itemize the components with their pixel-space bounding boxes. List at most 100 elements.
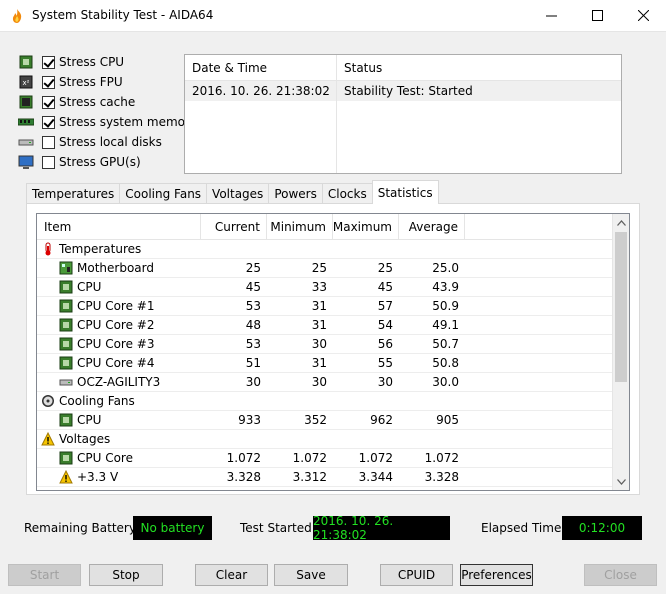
stress-gpu-checkbox[interactable] [42,155,55,169]
stress-disks-option[interactable]: Stress local disks [18,132,197,152]
stress-cache-label: Stress cache [59,95,136,109]
row-item-label: CPU Core #1 [77,299,155,313]
stop-button[interactable]: Stop [89,564,163,586]
aida64-flame-icon [12,9,22,23]
row-item: CPU [37,411,201,429]
warning-icon [41,432,55,446]
warning-icon [59,470,73,484]
stress-fpu-checkbox[interactable] [42,75,55,89]
row-maximum: 1.072 [358,451,393,465]
statistics-table[interactable]: Item Current Minimum Maximum Average Tem… [36,213,630,491]
row-average: 3.328 [424,470,459,484]
save-button[interactable]: Save [274,564,348,586]
log-col-datetime[interactable]: Date & Time [185,55,337,80]
row-item-label: CPU Core #3 [77,337,155,351]
stress-fpu-option[interactable]: x² Stress FPU [18,72,197,92]
stress-cache-checkbox[interactable] [42,95,55,109]
scroll-thumb[interactable] [615,232,627,382]
row-item-label: CPU Core [77,451,133,465]
stress-cpu-option[interactable]: Stress CPU [18,52,197,72]
table-row[interactable]: CPU 45 33 45 43.9 [37,278,629,297]
clear-button[interactable]: Clear [195,564,268,586]
cpu-chip-icon [59,280,73,294]
table-row[interactable]: CPU Core #4 51 31 55 50.8 [37,354,629,373]
row-item: CPU Core #4 [37,354,201,372]
close-icon [637,10,649,21]
row-item: Voltages [37,430,201,448]
col-average[interactable]: Average [399,214,465,239]
col-current[interactable]: Current [201,214,267,239]
table-group-row[interactable]: Cooling Fans [37,392,629,411]
thermometer-icon [45,242,51,256]
table-row[interactable]: CPU Core 1.072 1.072 1.072 1.072 [37,449,629,468]
row-average: 50.9 [432,299,459,313]
close-window-button[interactable] [620,0,666,31]
row-item-label: Cooling Fans [59,394,135,408]
row-current: 53 [245,299,261,313]
table-row[interactable]: CPU Core #3 53 30 56 50.7 [37,335,629,354]
row-minimum: 31 [311,356,327,370]
row-maximum: 57 [377,299,393,313]
battery-label: Remaining Battery: [24,521,140,535]
row-maximum: 30 [377,375,393,389]
row-current: 48 [245,318,261,332]
tab-temperatures[interactable]: Temperatures [26,183,121,204]
row-current: 45 [245,280,261,294]
elapsed-value: 0:12:00 [562,516,642,540]
col-item[interactable]: Item [37,214,201,239]
start-button[interactable]: Start [8,564,81,586]
row-item-label: CPU Core #4 [77,356,155,370]
preferences-button[interactable]: Preferences [460,564,533,586]
tab-powers[interactable]: Powers [268,183,323,204]
stress-memory-option[interactable]: Stress system memory [18,112,197,132]
row-item-label: CPU [77,280,102,294]
test-started-label: Test Started: [240,521,316,535]
cpuid-button[interactable]: CPUID [380,564,453,586]
log-col-status[interactable]: Status [337,55,621,80]
tab-cooling-fans[interactable]: Cooling Fans [119,183,208,204]
stress-memory-checkbox[interactable] [42,115,55,129]
cpu-chip-icon [19,55,33,69]
row-average: 25.0 [432,261,459,275]
table-group-row[interactable]: Voltages [37,430,629,449]
statistics-rows: Temperatures Motherboard 25 25 25 25.0 CPU 45 33… [37,240,629,487]
table-row[interactable]: CPU Core #2 48 31 54 49.1 [37,316,629,335]
stress-gpu-option[interactable]: Stress GPU(s) [18,152,197,172]
row-minimum: 33 [311,280,327,294]
scroll-up-button[interactable] [613,214,629,231]
row-minimum: 31 [311,299,327,313]
row-minimum: 352 [304,413,327,427]
scroll-down-button[interactable] [613,473,629,490]
table-row[interactable]: Motherboard 25 25 25 25.0 [37,259,629,278]
battery-value: No battery [133,516,212,540]
cpu-chip-icon [59,413,73,427]
table-row[interactable]: CPU 933 352 962 905 [37,411,629,430]
tab-voltages[interactable]: Voltages [206,183,270,204]
table-group-row[interactable]: Temperatures [37,240,629,259]
row-maximum: 25 [377,261,393,275]
stress-memory-label: Stress system memory [59,115,198,129]
close-button[interactable]: Close [584,564,657,586]
col-minimum[interactable]: Minimum [267,214,333,239]
stress-disks-checkbox[interactable] [42,135,55,149]
table-row[interactable]: OCZ-AGILITY3 30 30 30 30.0 [37,373,629,392]
minimize-button[interactable] [528,0,574,31]
event-log-table[interactable]: Date & Time Status 2016. 10. 26. 21:38:0… [184,54,622,174]
tab-clocks[interactable]: Clocks [321,183,373,204]
row-current: 933 [238,413,261,427]
row-item-label: Motherboard [77,261,154,275]
log-empty-col [185,101,337,173]
tab-statistics[interactable]: Statistics [371,180,439,204]
maximize-button[interactable] [574,0,620,31]
vertical-scrollbar[interactable] [612,214,629,490]
stress-cpu-checkbox[interactable] [42,55,55,69]
table-row[interactable]: +3.3 V 3.328 3.312 3.344 3.328 [37,468,629,487]
stress-cache-option[interactable]: Stress cache [18,92,197,112]
cpu-chip-icon [59,337,73,351]
row-current: 51 [245,356,261,370]
log-row[interactable]: 2016. 10. 26. 21:38:02 Stability Test: S… [185,81,621,101]
row-average: 43.9 [432,280,459,294]
col-maximum[interactable]: Maximum [333,214,399,239]
table-row[interactable]: CPU Core #1 53 31 57 50.9 [37,297,629,316]
row-minimum: 3.312 [292,470,327,484]
